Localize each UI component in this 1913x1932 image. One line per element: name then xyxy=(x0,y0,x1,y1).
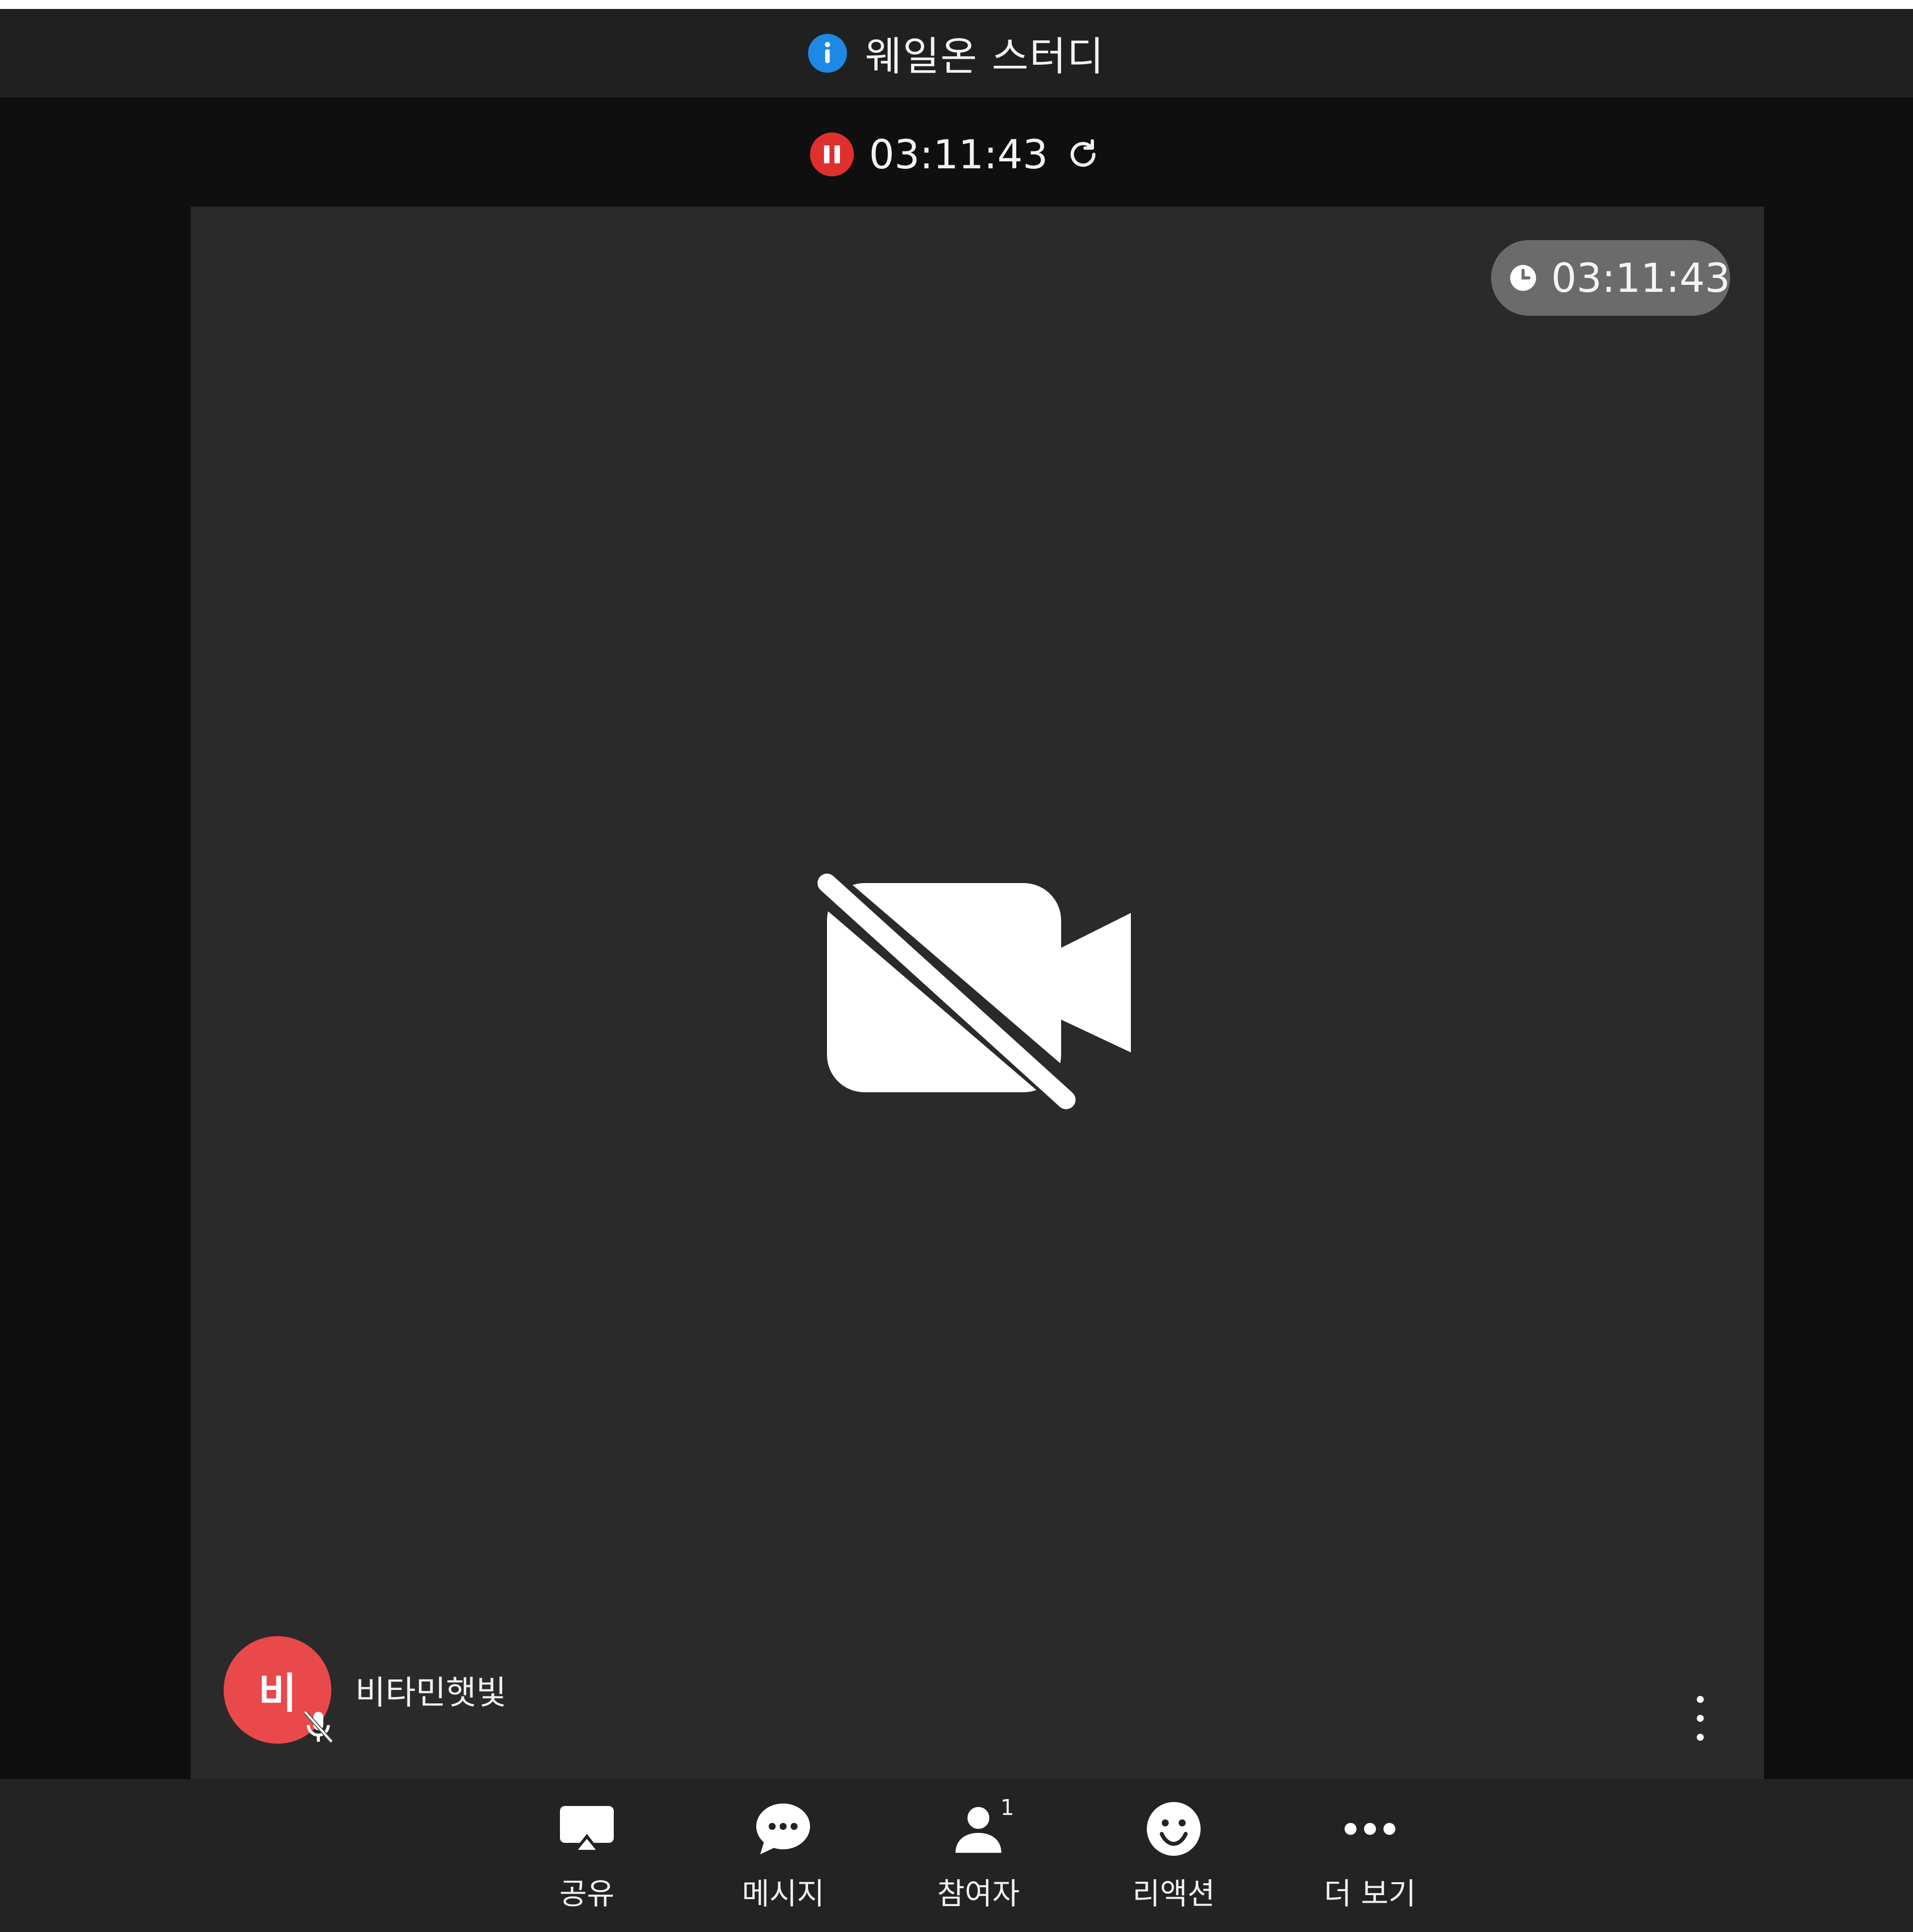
meeting-window: 웨일온 스터디 03:11:43 03:11:43 비 비타민햇빛 공유 메시지… xyxy=(0,0,1913,1932)
refresh-icon[interactable] xyxy=(1063,134,1103,174)
title-bar: 웨일온 스터디 xyxy=(0,9,1913,98)
participants-label: 참여자 xyxy=(937,1877,1020,1912)
avatar-initial: 비 xyxy=(258,1669,297,1718)
message-button[interactable]: 메시지 xyxy=(718,1799,848,1919)
ellipsis-icon xyxy=(1345,1823,1395,1835)
message-label: 메시지 xyxy=(742,1877,824,1912)
elapsed-timer-badge: 03:11:43 xyxy=(1491,240,1730,316)
smiley-icon xyxy=(1147,1802,1201,1856)
recording-indicator: 03:11:43 xyxy=(0,120,1913,189)
clock-icon xyxy=(1510,265,1536,291)
avatar: 비 xyxy=(224,1636,333,1744)
more-label: 더 보기 xyxy=(1324,1877,1416,1912)
participants-count: 1 xyxy=(1000,1795,1014,1820)
participant-name: 비타민햇빛 xyxy=(355,1674,507,1712)
chat-icon xyxy=(756,1803,810,1854)
reaction-button[interactable]: 리액션 xyxy=(1109,1799,1238,1919)
share-button[interactable]: 공유 xyxy=(522,1799,652,1919)
more-button[interactable]: 더 보기 xyxy=(1305,1799,1435,1919)
more-options-icon[interactable] xyxy=(1690,1696,1710,1741)
camera-off-icon xyxy=(812,871,1131,1120)
reaction-label: 리액션 xyxy=(1132,1877,1215,1912)
meeting-title: 웨일온 스터디 xyxy=(865,33,1105,80)
top-strip xyxy=(0,0,1913,9)
info-icon[interactable] xyxy=(808,34,847,73)
share-label: 공유 xyxy=(559,1877,615,1912)
person-icon xyxy=(956,1807,1001,1853)
elapsed-time: 03:11:43 xyxy=(1551,255,1730,301)
participant-info: 비 비타민햇빛 xyxy=(224,1636,507,1744)
screen-share-icon xyxy=(560,1806,614,1852)
bottom-toolbar: 공유 메시지 1 참여자 리액션 더 보기 xyxy=(0,1779,1913,1932)
mic-muted-icon xyxy=(303,1710,333,1743)
video-tile: 03:11:43 비 비타민햇빛 xyxy=(191,207,1764,1779)
participants-button[interactable]: 1 참여자 xyxy=(914,1795,1043,1919)
recording-pause-icon[interactable] xyxy=(810,132,854,176)
recording-time: 03:11:43 xyxy=(869,131,1048,178)
